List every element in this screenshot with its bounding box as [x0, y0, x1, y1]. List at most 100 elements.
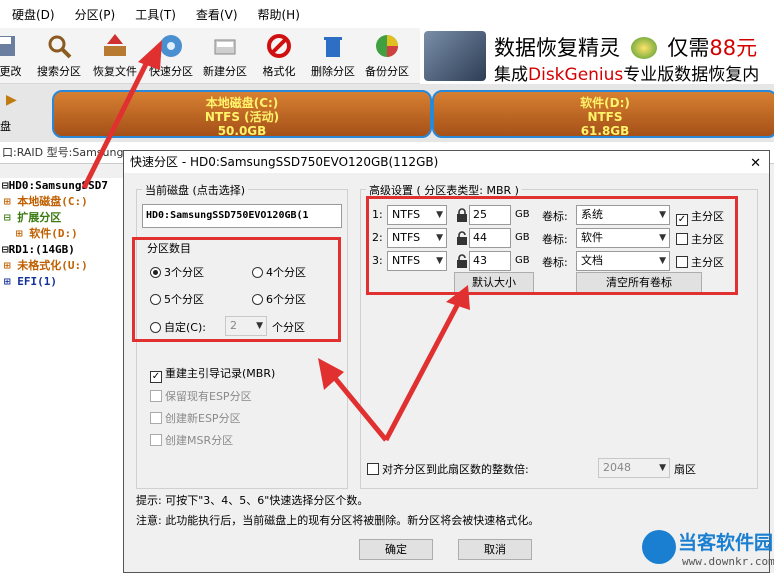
tree-item-d[interactable]: ⊞ 软件(D:) — [0, 226, 126, 242]
disk-label: 盘 — [0, 120, 11, 133]
format-button[interactable]: 格式化 — [252, 30, 306, 82]
coin-icon — [630, 37, 657, 59]
partition-name: 软件(D:) — [580, 96, 630, 110]
search-icon — [48, 35, 72, 59]
align-sectors-select[interactable]: 2048 ▼ — [598, 458, 670, 478]
checkbox-box — [150, 390, 162, 402]
checkbox-label: 创建新ESP分区 — [165, 412, 241, 425]
tree-item-unformatted[interactable]: ⊞ 未格式化(U:) — [0, 258, 126, 274]
tree-item-label: 扩展分区 — [17, 211, 62, 224]
select-value: 2048 — [603, 461, 631, 474]
create-esp-checkbox[interactable]: 创建新ESP分区 — [150, 410, 241, 426]
tree-item-label: 未格式化(U:) — [17, 259, 88, 272]
checkbox-label: 创建MSR分区 — [165, 434, 234, 447]
recover-files-icon — [104, 34, 126, 56]
menu-bar: 硬盘(D) 分区(P) 工具(T) 查看(V) 帮助(H) — [0, 0, 774, 28]
partition-d-block[interactable]: 软件(D:) NTFS 61.8GB — [432, 90, 774, 138]
cancel-button[interactable]: 取消 — [458, 539, 532, 560]
save-icon — [0, 36, 15, 56]
rebuild-mbr-checkbox[interactable]: ✓ 重建主引导记录(MBR) — [150, 365, 275, 383]
quick-partition-icon — [160, 35, 182, 57]
checkbox-box — [150, 434, 162, 446]
banner-brand: DiskGenius — [528, 65, 624, 85]
toolbar-label: 删除分区 — [311, 65, 355, 78]
backup-partition-icon — [376, 35, 398, 57]
menu-tools[interactable]: 工具(T) — [125, 6, 186, 23]
menu-view[interactable]: 查看(V) — [186, 6, 248, 23]
delete-partition-button[interactable]: 删除分区 — [306, 30, 360, 82]
format-icon — [267, 34, 291, 58]
toolbar-label: 新建分区 — [203, 65, 247, 78]
menu-partition[interactable]: 分区(P) — [65, 6, 126, 23]
menu-disk[interactable]: 硬盘(D) — [2, 6, 65, 23]
banner-line-1: 数据恢复精灵 仅需88元 — [494, 32, 757, 62]
tip-text: 提示: 可按下"3、4、5、6"快速选择分区个数。 — [136, 494, 369, 507]
banner-text: 专业版数据恢复内 — [623, 65, 760, 85]
tree-item-extended[interactable]: ⊟ 扩展分区 — [0, 210, 126, 226]
toolbar-label: 备份分区 — [365, 65, 409, 78]
partition-c-block[interactable]: 本地磁盘(C:) NTFS (活动) 50.0GB — [52, 90, 432, 138]
partition-size: 50.0GB — [217, 124, 267, 138]
dialog-title: 快速分区 - HD0:SamsungSSD750EVO120GB(112GB) — [130, 155, 439, 169]
banner-text: 仅需 — [667, 36, 710, 60]
expand-arrow-icon[interactable]: ▶ — [6, 92, 17, 108]
tree-item-label: EFI(1) — [17, 275, 57, 288]
watermark-title: 当客软件园 — [678, 532, 774, 554]
check-icon: ✓ — [150, 371, 162, 383]
new-partition-button[interactable]: 新建分区 — [198, 30, 252, 82]
delete-partition-icon — [324, 37, 342, 57]
partition-name: 本地磁盘(C:) — [205, 96, 279, 110]
diskgenius-logo — [424, 31, 486, 81]
dialog-title-bar: 快速分区 - HD0:SamsungSSD750EVO120GB(112GB) … — [124, 151, 769, 173]
toolbar-label: 格式化 — [262, 65, 296, 78]
new-partition-icon — [214, 39, 236, 55]
ok-button[interactable]: 确定 — [359, 539, 433, 560]
current-disk-label: 当前磁盘 (点击选择) — [142, 182, 249, 198]
partition-count-highlight — [132, 237, 341, 342]
tree-item-hd0[interactable]: ⊟HD0:SamsungSSD7 — [0, 178, 126, 194]
checkbox-box — [150, 412, 162, 424]
quick-partition-button[interactable]: 快速分区 — [144, 30, 198, 82]
recover-files-button[interactable]: 恢复文件 — [88, 30, 142, 82]
watermark-url: www.downkr.com — [682, 555, 774, 568]
tree-item-label: RD1:(14GB) — [8, 243, 75, 256]
tree-item-efi[interactable]: ⊞ EFI(1) — [0, 274, 126, 290]
tree-item-rd1[interactable]: ⊟RD1:(14GB) — [0, 242, 126, 258]
banner-text: 集成 — [494, 65, 528, 85]
promo-banner[interactable]: 数据恢复精灵 仅需88元 集成DiskGenius专业版数据恢复内 — [420, 28, 774, 85]
chevron-down-icon: ▼ — [659, 463, 666, 473]
close-icon[interactable]: ✕ — [750, 153, 761, 175]
checkbox-label: 保留现有ESP分区 — [165, 390, 252, 403]
disk-map: ▶ 盘 本地磁盘(C:) NTFS (活动) 50.0GB 软件(D:) NTF… — [0, 84, 774, 142]
site-watermark: 当客软件园 www.downkr.com — [640, 528, 774, 573]
align-sectors-checkbox[interactable]: 对齐分区到此扇区数的整数倍: — [367, 461, 529, 477]
disk-tree: ⊟HD0:SamsungSSD7 ⊞ 本地磁盘(C:) ⊟ 扩展分区 ⊞ 软件(… — [0, 178, 126, 573]
partition-fs: NTFS (活动) — [204, 110, 280, 124]
create-msr-checkbox[interactable]: 创建MSR分区 — [150, 432, 233, 448]
checkbox-label: 重建主引导记录(MBR) — [165, 367, 276, 380]
tree-item-c[interactable]: ⊞ 本地磁盘(C:) — [0, 194, 126, 210]
toolbar-label: 恢复文件 — [93, 65, 137, 78]
toolbar-label: 快速分区 — [149, 65, 193, 78]
current-disk-field[interactable]: HD0:SamsungSSD750EVO120GB(1 — [142, 204, 342, 228]
banner-price: 88元 — [709, 36, 758, 60]
backup-partition-button[interactable]: 备份分区 — [360, 30, 414, 82]
banner-text: 数据恢复精灵 — [494, 36, 620, 60]
tree-item-label: HD0:SamsungSSD7 — [8, 179, 108, 192]
toolbar-label: 搜索分区 — [37, 65, 81, 78]
partition-size: 61.8GB — [580, 124, 630, 138]
banner-line-2: 集成DiskGenius专业版数据恢复内 — [494, 60, 759, 85]
partition-fs: NTFS — [587, 110, 623, 124]
align-sectors-suffix: 扇区 — [674, 463, 696, 476]
keep-esp-checkbox[interactable]: 保留现有ESP分区 — [150, 388, 252, 404]
menu-help[interactable]: 帮助(H) — [248, 6, 310, 23]
save-changes-button[interactable]: 存更改 — [0, 30, 32, 82]
warning-text: 注意: 此功能执行后，当前磁盘上的现有分区将被删除。新分区将会被快速格式化。 — [136, 514, 540, 527]
checkbox-label: 对齐分区到此扇区数的整数倍: — [382, 463, 529, 476]
toolbar-label: 存更改 — [0, 65, 22, 78]
checkbox-box — [367, 463, 379, 475]
tree-item-label: 本地磁盘(C:) — [17, 195, 88, 208]
site-logo-icon — [642, 530, 676, 564]
tree-item-label: 软件(D:) — [29, 227, 78, 240]
search-partition-button[interactable]: 搜索分区 — [32, 30, 86, 82]
